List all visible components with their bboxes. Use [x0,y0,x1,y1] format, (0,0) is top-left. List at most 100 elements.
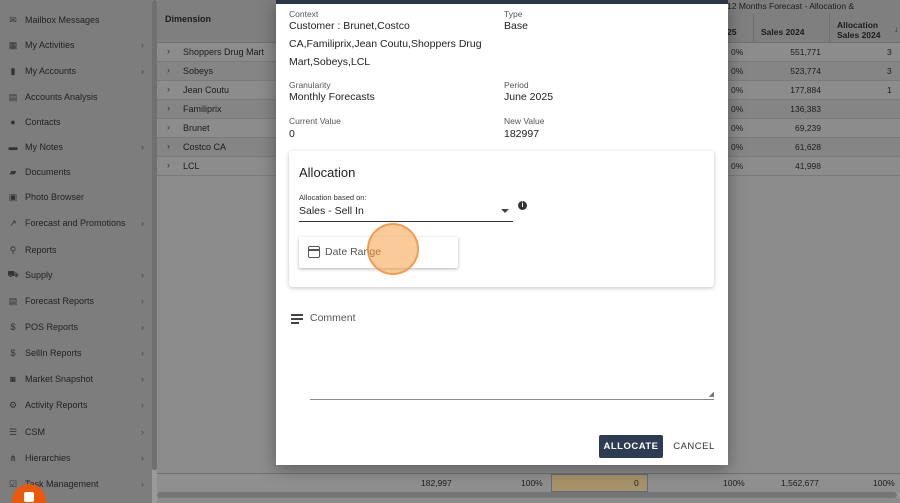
column-divider [829,13,830,43]
search-icon: ⚲ [9,244,17,255]
sidebar-item[interactable]: $ POS Reports › [0,317,152,337]
column-header-25[interactable]: 25 [727,27,736,37]
chevron-right-icon[interactable]: › [167,160,170,170]
sidebar-item[interactable]: ↗ Forecast and Promotions › [0,213,152,233]
sidebar-item[interactable]: ▮ My Accounts › [0,61,152,81]
camera-icon: ◙ [10,374,16,384]
chevron-right-icon: › [141,40,144,50]
chevron-right-icon[interactable]: › [167,65,170,75]
dollar-icon: $ [10,322,16,332]
sidebar-item-label: Activity Reports [25,400,88,410]
sidebar-item[interactable]: ▤ Forecast Reports › [0,291,152,311]
resize-handle-icon[interactable]: ◢ [709,390,714,398]
row-pct: 0% [731,47,744,57]
allocation-based-on-value: Sales - Sell In [299,205,364,217]
sidebar-item[interactable]: ⋔ Hierarchies › [0,448,152,468]
chevron-right-icon: › [141,270,144,280]
footer-pct: 100% [521,478,543,488]
chevron-right-icon[interactable]: › [167,141,170,151]
sidebar-item[interactable]: ▦ My Activities › [0,35,152,55]
chevron-right-icon[interactable]: › [167,122,170,132]
chevron-right-icon[interactable]: › [167,84,170,94]
sidebar-item[interactable]: ▬ My Notes › [0,137,152,157]
sort-arrow-icon[interactable]: ↓ [894,24,899,34]
chevron-right-icon: › [141,296,144,306]
row-dimension-name: Costco CA [183,142,227,152]
row-dimension-name: Brunet [183,123,210,133]
sidebar-item[interactable]: ✉ Mailbox Messages [0,10,152,30]
granularity-value: Monthly Forecasts [289,91,375,103]
sidebar-item[interactable]: ☰ CSM › [0,422,152,442]
allocation-based-on-label: Allocation based on: [299,193,367,202]
column-header-dimension[interactable]: Dimension [165,14,211,24]
info-icon[interactable]: i [518,201,527,210]
sidebar-item[interactable]: ▤ Accounts Analysis [0,87,152,107]
footer-pct: 100% [723,478,745,488]
allocation-based-on-select[interactable]: Sales - Sell In [299,203,513,222]
context-value: Customer : Brunet,Costco CA,Familiprix,J… [289,20,482,68]
sidebar-item-label: Contacts [25,117,61,127]
sidebar-item[interactable]: ⚙ Activity Reports › [0,395,152,415]
envelope-icon: ✉ [9,14,17,25]
row-sales-2024: 523,774 [790,66,821,76]
column-header-allocation-sales-2024[interactable]: Allocation Sales 2024 [837,20,885,40]
sidebar-item-label: Forecast Reports [25,296,95,306]
row-pct: 0% [731,142,744,152]
sidebar-item-label: POS Reports [25,322,79,332]
sidebar-item[interactable]: ◙ Market Snapshot › [0,369,152,389]
row-pct: 0% [731,123,744,133]
row-allocation-sales: 1 [887,85,892,95]
comment-textarea[interactable]: ◢ [310,330,714,400]
sidebar-item-label: CSM [25,427,45,437]
footer-pct: 100% [873,478,895,488]
chevron-right-icon[interactable]: › [167,103,170,113]
sidebar-item-label: Photo Browser [25,192,85,202]
chevron-right-icon[interactable]: › [167,46,170,56]
chevron-right-icon: › [141,348,144,358]
sidebar-item-label: My Activities [25,40,75,50]
horizontal-scrollbar-thumb[interactable] [157,492,897,498]
sidebar-item[interactable]: ⚲ Reports [0,240,152,260]
row-pct: 0% [731,66,744,76]
sidebar-item-label: My Notes [25,142,64,152]
chevron-right-icon: › [141,479,144,489]
allocate-button[interactable]: ALLOCATE [599,435,663,458]
calendar-icon: ▦ [8,39,18,50]
note-icon: ▬ [8,142,18,152]
sidebar-item-label: My Accounts [25,66,77,76]
chevron-right-icon: › [141,374,144,384]
grid-footer-row: 182,997 100% 0 100% 1,562,677 100% [157,473,900,492]
dropdown-caret-icon [501,209,509,213]
current-value: 0 [289,128,295,140]
row-dimension-name: Jean Coutu [183,85,230,95]
chevron-right-icon: › [141,322,144,332]
truck-icon: ⛟ [7,269,19,279]
allocation-card: Allocation Allocation based on: Sales - … [289,151,714,287]
person-icon: ● [10,117,16,127]
row-sales-2024: 551,771 [790,47,821,57]
column-divider [753,13,754,43]
dialog-top-bar [276,0,728,4]
square-icon [24,492,34,502]
building-icon: ▮ [10,65,16,76]
photo-icon: ▣ [8,191,18,202]
column-header-sales-2024[interactable]: Sales 2024 [761,27,804,37]
chevron-right-icon: › [141,218,144,228]
sidebar-item-label: Mailbox Messages [25,15,100,25]
sidebar-item[interactable]: ● Contacts [0,112,152,132]
cancel-button[interactable]: CANCEL [669,435,719,458]
sidebar-item[interactable]: ⛟ Supply › [0,265,152,285]
sidebar-item[interactable]: ▰ Documents [0,162,152,182]
footer-total: 182,997 [421,478,452,488]
chevron-right-icon: › [141,427,144,437]
sidebar-item[interactable]: ▣ Photo Browser [0,187,152,207]
row-sales-2024: 136,383 [790,104,821,114]
footer-sales-total: 1,562,677 [781,478,819,488]
row-pct: 0% [731,161,744,171]
sidebar-item[interactable]: $ SellIn Reports › [0,343,152,363]
new-value: 182997 [504,128,540,140]
folder-icon: ▰ [9,166,17,177]
sidebar: ✉ Mailbox Messages ▦ My Activities › ▮ My Acco… [0,0,152,503]
row-sales-2024: 41,998 [795,161,821,171]
table-icon: ▤ [8,295,18,306]
